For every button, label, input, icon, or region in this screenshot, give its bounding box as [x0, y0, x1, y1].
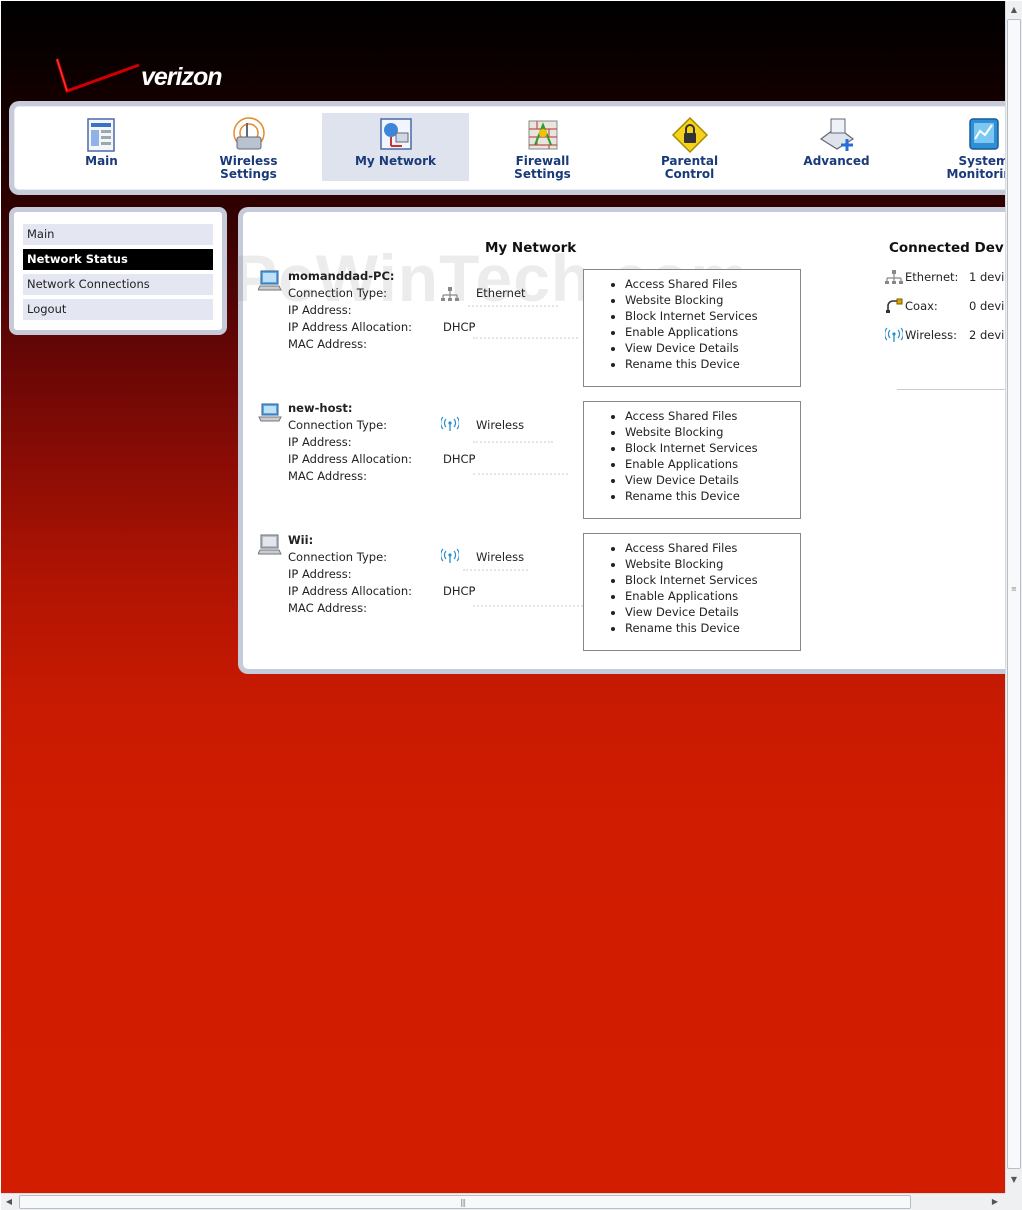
redacted-value	[473, 431, 553, 443]
action-enable-applications[interactable]: Enable Applications	[625, 324, 800, 340]
horizontal-scroll-thumb[interactable]: |||	[19, 1195, 911, 1209]
divider	[897, 389, 1005, 390]
device-name[interactable]: new-host:	[288, 401, 352, 415]
advanced-icon	[819, 118, 854, 151]
action-rename-device[interactable]: Rename this Device	[625, 488, 800, 504]
laptop-icon	[258, 403, 282, 422]
grip-icon: |||	[460, 1198, 466, 1207]
page-title: My Network	[485, 240, 577, 256]
scrollbar-corner	[1005, 1193, 1022, 1210]
top-navigation: Main Wireless Settings My Network Firewa…	[9, 101, 1005, 195]
wireless-signal-icon	[441, 416, 459, 431]
ethernet-icon	[885, 270, 903, 284]
coax-icon	[886, 298, 903, 313]
grip-icon: ≡	[1011, 585, 1017, 593]
scroll-up-arrow-icon[interactable]: ▲	[1006, 1, 1022, 18]
firewall-icon	[528, 120, 557, 150]
action-access-shared-files[interactable]: Access Shared Files	[625, 276, 800, 292]
verizon-logo: verizon	[53, 55, 243, 97]
sidebar-item-network-connections[interactable]: Network Connections	[23, 274, 213, 295]
action-website-blocking[interactable]: Website Blocking	[625, 292, 800, 308]
wireless-signal-icon	[885, 327, 903, 342]
nav-my-network[interactable]: My Network	[322, 113, 469, 181]
device-entry: momanddad-PC: Connection Type: Ethernet …	[258, 269, 578, 389]
redacted-value	[473, 327, 578, 339]
sidebar-item-network-status[interactable]: Network Status	[23, 249, 213, 270]
sidebar-item-main[interactable]: Main	[23, 224, 213, 245]
redacted-value	[463, 559, 528, 571]
wireless-signal-icon	[441, 548, 459, 563]
device-name[interactable]: Wii:	[288, 533, 313, 547]
action-website-blocking[interactable]: Website Blocking	[625, 424, 800, 440]
system-monitoring-icon	[968, 118, 999, 150]
device-name[interactable]: momanddad-PC:	[288, 269, 395, 283]
ethernet-icon	[441, 287, 459, 301]
nav-wireless-settings[interactable]: Wireless Settings	[175, 113, 322, 181]
vertical-scroll-thumb[interactable]: ≡	[1007, 19, 1021, 1169]
computer-icon	[258, 270, 282, 291]
my-network-icon	[379, 118, 412, 150]
scroll-down-arrow-icon[interactable]: ▼	[1006, 1171, 1022, 1188]
action-access-shared-files[interactable]: Access Shared Files	[625, 408, 800, 424]
device-actions-box: Access Shared Files Website Blocking Blo…	[583, 269, 801, 387]
redacted-value	[473, 595, 583, 607]
horizontal-scrollbar[interactable]: ◀ ||| ▶	[1, 1193, 1005, 1210]
verizon-check-icon	[55, 58, 140, 93]
browser-viewport: verizon Main Wireless Settings My Networ…	[1, 1, 1005, 1193]
side-navigation: Main Network Status Network Connections …	[9, 207, 227, 335]
vertical-scrollbar[interactable]: ▲ ≡ ▼	[1005, 1, 1022, 1193]
main-content-panel: PcWinTech.com My Network momanddad-PC: C…	[233, 207, 1005, 674]
main-page-icon	[86, 118, 115, 152]
connected-row-wireless: Wireless: 2 devi	[885, 327, 1005, 346]
connected-devices-panel: Connected Dev Ethernet: 1 devi Coax: 0 d…	[885, 240, 1005, 390]
redacted-value	[473, 463, 568, 475]
action-view-device-details[interactable]: View Device Details	[625, 472, 800, 488]
device-entry: new-host: Connection Type: Wireless IP A…	[258, 401, 578, 521]
connected-row-ethernet: Ethernet: 1 devi	[885, 270, 1005, 288]
device-actions-box: Access Shared Files Website Blocking Blo…	[583, 533, 801, 651]
scroll-right-arrow-icon[interactable]: ▶	[987, 1194, 1003, 1210]
action-view-device-details[interactable]: View Device Details	[625, 340, 800, 356]
action-view-device-details[interactable]: View Device Details	[625, 604, 800, 620]
nav-advanced[interactable]: Advanced	[763, 113, 910, 181]
wireless-settings-icon	[232, 117, 265, 150]
nav-parental-control[interactable]: Parental Control	[616, 113, 763, 181]
action-rename-device[interactable]: Rename this Device	[625, 356, 800, 372]
action-enable-applications[interactable]: Enable Applications	[625, 456, 800, 472]
action-website-blocking[interactable]: Website Blocking	[625, 556, 800, 572]
action-enable-applications[interactable]: Enable Applications	[625, 588, 800, 604]
action-block-internet-services[interactable]: Block Internet Services	[625, 572, 800, 588]
sidebar-item-logout[interactable]: Logout	[23, 299, 213, 320]
connected-row-coax: Coax: 0 devi	[886, 298, 1005, 317]
device-actions-box: Access Shared Files Website Blocking Blo…	[583, 401, 801, 519]
device-entry: Wii: Connection Type: Wireless IP Addres…	[258, 533, 583, 653]
action-rename-device[interactable]: Rename this Device	[625, 620, 800, 636]
brand-name: verizon	[141, 63, 223, 91]
action-access-shared-files[interactable]: Access Shared Files	[625, 540, 800, 556]
action-block-internet-services[interactable]: Block Internet Services	[625, 308, 800, 324]
action-block-internet-services[interactable]: Block Internet Services	[625, 440, 800, 456]
nav-main[interactable]: Main	[28, 113, 175, 181]
nav-system-monitoring[interactable]: System Monitoring	[910, 113, 1005, 181]
connected-devices-title: Connected Dev	[889, 240, 1004, 256]
parental-lock-icon	[671, 116, 708, 154]
computer-icon	[258, 534, 282, 555]
scroll-left-arrow-icon[interactable]: ◀	[1, 1194, 17, 1210]
redacted-value	[468, 295, 558, 307]
nav-firewall-settings[interactable]: Firewall Settings	[469, 113, 616, 181]
